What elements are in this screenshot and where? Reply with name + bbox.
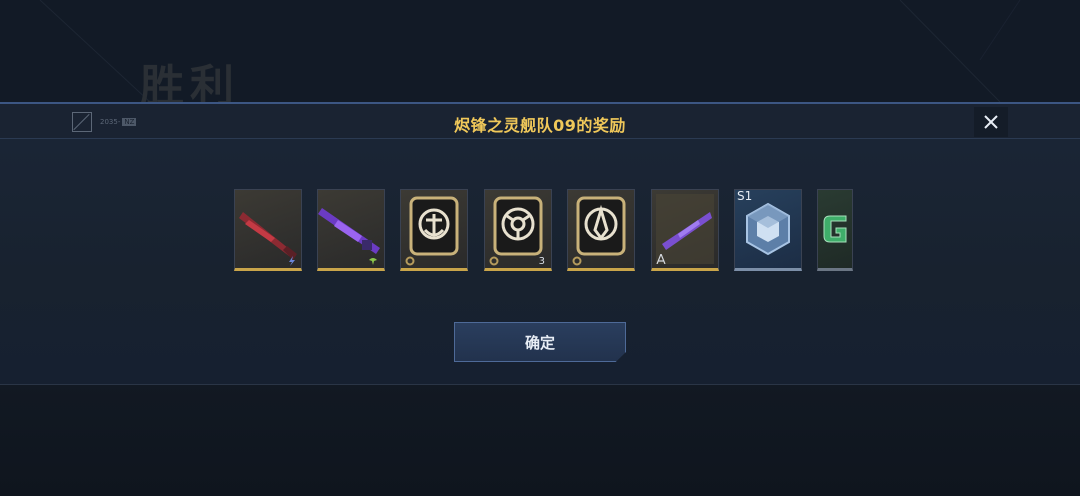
gear-icon (572, 256, 582, 266)
reward-item-red-rifle[interactable] (234, 189, 302, 271)
gear-icon (405, 256, 415, 266)
season-badge: S1 (737, 189, 753, 203)
gear-icon (489, 256, 499, 266)
reward-item-blueprint-rifle[interactable] (651, 189, 719, 271)
reward-item-s1-crate[interactable]: S1 (734, 189, 802, 271)
reward-dialog: 2035- NZ 烬锋之灵舰队09的奖励 3 S1 确定 (0, 102, 1080, 385)
confirm-label: 确定 (524, 333, 555, 352)
close-icon (984, 115, 998, 129)
confirm-button[interactable]: 确定 (454, 322, 626, 362)
reward-item-purple-rifle[interactable] (317, 189, 385, 271)
reward-item-anchor-emblem[interactable] (400, 189, 468, 271)
dialog-title: 烬锋之灵舰队09的奖励 (454, 116, 626, 135)
compass-icon (656, 254, 666, 264)
bird-icon (369, 258, 377, 265)
g-card-icon (823, 215, 847, 243)
lightning-icon (289, 256, 295, 266)
background-bottom (0, 382, 1080, 496)
dialog-header: 2035- NZ 烬锋之灵舰队09的奖励 (0, 104, 1080, 139)
close-button[interactable] (974, 107, 1008, 137)
reward-item-blade-emblem[interactable] (567, 189, 635, 271)
item-count: 3 (538, 256, 545, 267)
reward-item-green-g-card[interactable] (817, 189, 853, 271)
reward-item-circle-emblem[interactable]: 3 (484, 189, 552, 271)
